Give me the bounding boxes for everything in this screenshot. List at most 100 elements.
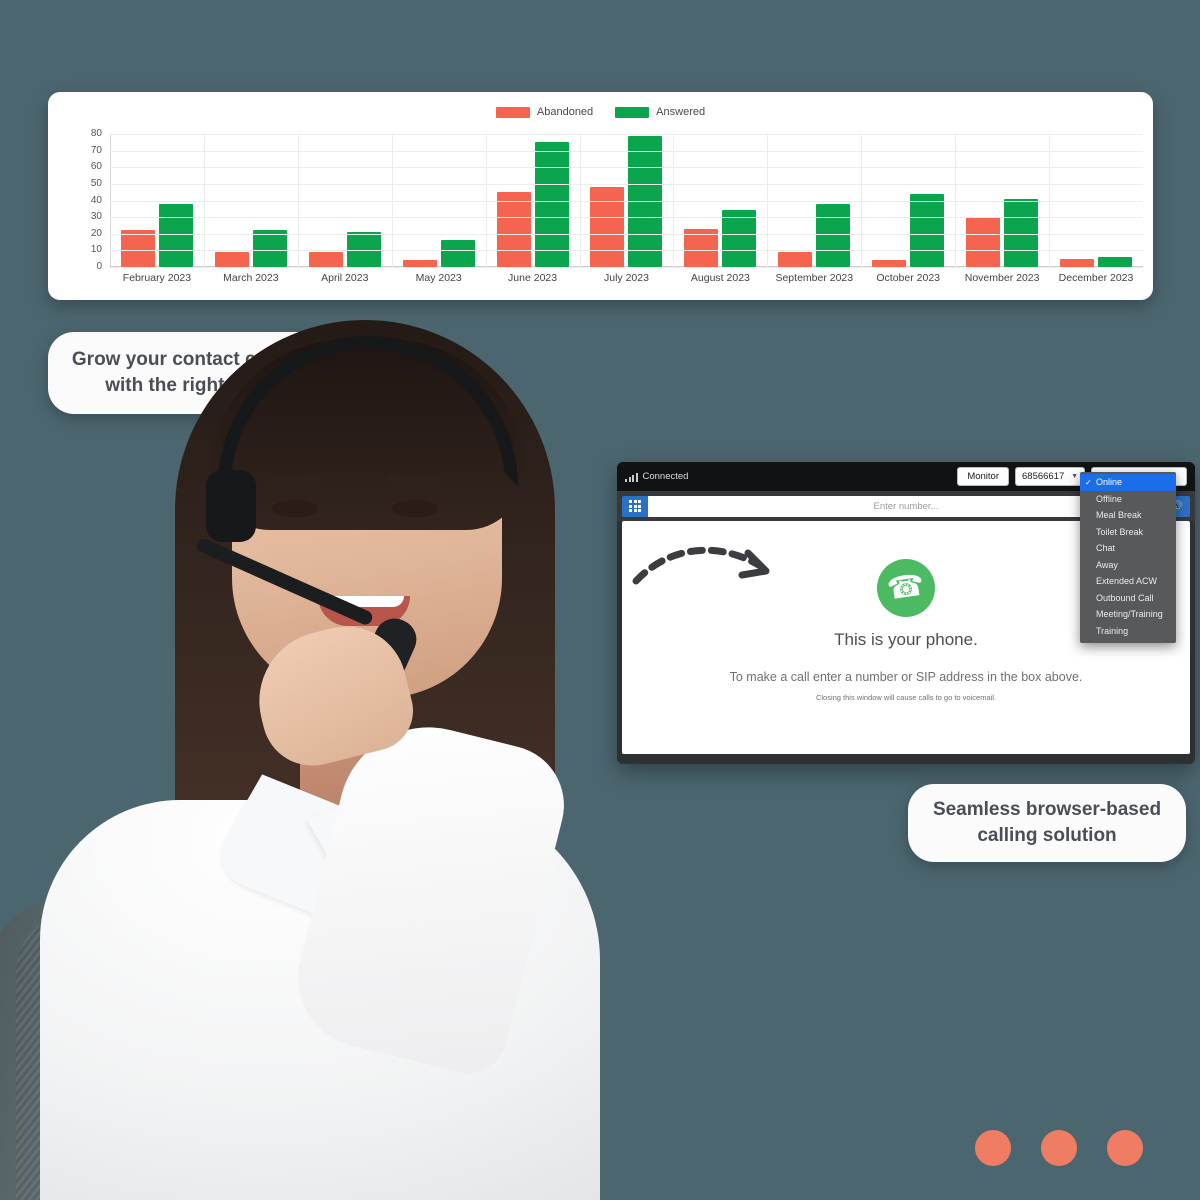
chart-gridline xyxy=(110,134,1143,135)
x-axis-tick: May 2023 xyxy=(415,272,462,284)
chart-bar-abandoned[interactable] xyxy=(590,187,625,267)
agent-torso-shirt xyxy=(40,800,600,1200)
status-option-meeting-training[interactable]: Meeting/Training xyxy=(1080,606,1176,623)
signal-bars-icon xyxy=(625,472,638,482)
phone-handset-icon: ☎ xyxy=(885,568,927,607)
chart-bar-abandoned[interactable] xyxy=(496,192,531,267)
status-option-away[interactable]: Away xyxy=(1080,557,1176,574)
status-option-offline[interactable]: Offline xyxy=(1080,491,1176,508)
status-option-training[interactable]: Training xyxy=(1080,623,1176,640)
status-option-outbound-call[interactable]: Outbound Call xyxy=(1080,590,1176,607)
status-option-online[interactable]: Online xyxy=(1080,474,1176,491)
chart-bar-abandoned[interactable] xyxy=(120,230,155,267)
chart-bar-abandoned[interactable] xyxy=(966,217,1001,267)
y-axis-tick: 20 xyxy=(90,227,102,239)
dialpad-glyph xyxy=(629,500,641,512)
y-axis-tick: 10 xyxy=(90,244,102,256)
status-option-meal-break[interactable]: Meal Break xyxy=(1080,507,1176,524)
chart-bar-abandoned[interactable] xyxy=(1060,258,1095,267)
legend-item-abandoned[interactable]: Abandoned xyxy=(495,106,594,118)
call-center-agent-photo xyxy=(0,300,700,1200)
y-axis-tick: 0 xyxy=(96,261,102,272)
x-axis-tick: July 2023 xyxy=(604,272,649,284)
x-axis-tick: August 2023 xyxy=(690,272,750,284)
chart-gridline xyxy=(110,167,1143,169)
x-axis-tick: December 2023 xyxy=(1058,272,1134,284)
decorative-dot xyxy=(1107,1130,1143,1166)
legend-swatch-abandoned xyxy=(495,106,530,118)
call-stats-chart-card: Abandoned Answered 80 70 60 50 40 30 20 10 0 Feb… xyxy=(48,92,1153,300)
y-axis-tick: 50 xyxy=(90,177,102,189)
y-axis-tick: 30 xyxy=(90,211,102,223)
y-axis-tick: 80 xyxy=(90,128,102,139)
connection-label: Connected xyxy=(642,471,689,482)
extension-select[interactable]: 68566617 ▼ xyxy=(1015,467,1085,486)
agent-forearm xyxy=(283,708,577,1082)
monitor-button[interactable]: Monitor xyxy=(957,467,1009,486)
chart-bar-answered[interactable] xyxy=(816,203,851,267)
x-axis-tick: March 2023 xyxy=(223,272,279,284)
chart-gridline xyxy=(110,250,1143,252)
chart-bar-abandoned[interactable] xyxy=(402,260,437,267)
x-axis-tick: October 2023 xyxy=(876,272,941,284)
callout-grow-contact-center: Grow your contact center with the right … xyxy=(48,332,326,414)
agent-mouth xyxy=(318,596,410,626)
agent-status-dropdown-menu[interactable]: OnlineOfflineMeal BreakToilet BreakChatA… xyxy=(1080,472,1176,643)
agent-hand xyxy=(244,613,422,777)
agent-collar-right xyxy=(306,774,474,916)
chart-bar-abandoned[interactable] xyxy=(214,252,249,267)
dialpad-icon[interactable] xyxy=(622,495,648,517)
agent-eye-left xyxy=(272,500,318,517)
callout-data-text: Grow your contact center with the right … xyxy=(71,349,303,396)
chart-bar-answered[interactable] xyxy=(910,193,945,267)
legend-label-answered: Answered xyxy=(656,106,706,118)
headset-earcup xyxy=(206,470,256,542)
agent-neck xyxy=(300,720,420,840)
decorative-dots xyxy=(975,1130,1143,1166)
phone-subtext: To make a call enter a number or SIP add… xyxy=(729,670,1083,684)
chart-bar-answered[interactable] xyxy=(1098,257,1133,267)
callout-calling-text: Seamless browser-based calling solution xyxy=(932,799,1162,846)
chart-gridline xyxy=(110,200,1143,202)
chart-y-axis: 80 70 60 50 40 30 20 10 0 xyxy=(76,129,106,272)
chart-gridline xyxy=(110,217,1143,219)
agent-collar-left xyxy=(206,774,374,916)
chart-bar-answered[interactable] xyxy=(252,230,287,267)
chart-legend: Abandoned Answered xyxy=(48,106,1153,118)
agent-eyebrow-right xyxy=(385,473,443,487)
phone-heading: This is your phone. xyxy=(834,630,978,649)
x-axis-tick: April 2023 xyxy=(321,272,369,284)
chart-gridline xyxy=(110,150,1143,152)
legend-label-abandoned: Abandoned xyxy=(536,106,594,118)
legend-item-answered[interactable]: Answered xyxy=(615,106,705,118)
decorative-dot xyxy=(975,1130,1011,1166)
connection-status: Connected xyxy=(625,471,688,482)
x-axis-tick: June 2023 xyxy=(508,272,558,284)
status-option-chat[interactable]: Chat xyxy=(1080,540,1176,557)
status-option-toilet-break[interactable]: Toilet Break xyxy=(1080,524,1176,541)
chart-bar-answered[interactable] xyxy=(440,240,475,267)
decorative-dot xyxy=(1041,1130,1077,1166)
chart-x-axis: February 2023 March 2023 April 2023 May 202… xyxy=(110,272,1143,284)
x-axis-tick: September 2023 xyxy=(775,272,854,284)
agent-eyebrow-left xyxy=(265,473,323,487)
dashed-curved-arrow-icon xyxy=(632,546,770,585)
headset-mic-foam xyxy=(359,612,423,686)
chevron-down-icon: ▼ xyxy=(1071,473,1078,480)
callout-browser-calling: Seamless browser-based calling solution xyxy=(908,784,1186,862)
phone-note: Closing this window will cause calls to … xyxy=(815,693,997,702)
chart-bar-answered[interactable] xyxy=(534,142,569,267)
chart-bar-abandoned[interactable] xyxy=(308,252,343,267)
chart-bar-abandoned[interactable] xyxy=(872,260,907,267)
chart-plot-area: 80 70 60 50 40 30 20 10 0 xyxy=(91,129,1143,272)
x-axis-tick: February 2023 xyxy=(122,272,192,284)
chart-bar-abandoned[interactable] xyxy=(778,252,813,267)
chart-gridline xyxy=(110,233,1143,235)
status-option-extended-acw[interactable]: Extended ACW xyxy=(1080,573,1176,590)
legend-swatch-answered xyxy=(615,106,650,118)
chart-bar-answered[interactable] xyxy=(722,210,757,267)
y-axis-tick: 40 xyxy=(90,194,102,206)
x-axis-tick: November 2023 xyxy=(964,272,1040,284)
chart-bar-answered[interactable] xyxy=(158,203,193,267)
extension-value: 68566617 xyxy=(1022,471,1065,482)
